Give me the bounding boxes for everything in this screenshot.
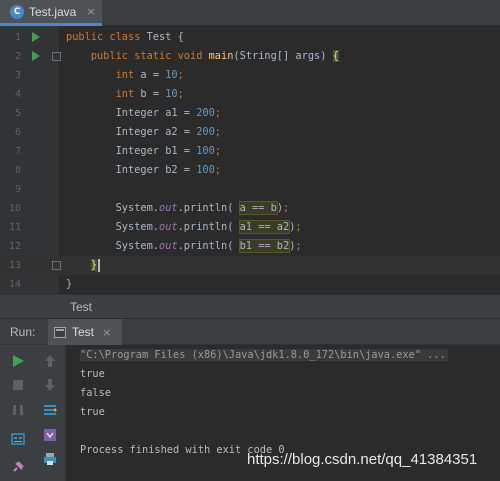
editor-tab-strip: C Test.java × [0,0,500,26]
code-text: Integer b2 = 100; [66,164,221,176]
code-text: System.out.println( b1 == b2); [66,239,302,253]
pause-icon[interactable] [10,402,26,418]
dump-threads-icon[interactable] [10,431,26,447]
code-line[interactable]: 1 public class Test { [0,28,500,47]
up-arrow-icon[interactable] [42,353,58,369]
code-line[interactable]: 11 System.out.println( a1 == a2); [0,218,500,237]
code-line[interactable]: 7 Integer b1 = 100; [0,142,500,161]
line-number: 13 [8,260,21,271]
stop-icon[interactable] [10,377,26,393]
code-line[interactable]: 5 Integer a1 = 200; [0,104,500,123]
code-text: Integer a2 = 200; [66,126,221,138]
run-gutter-icon[interactable] [32,32,40,42]
code-text: } [66,278,73,290]
code-text: public class Test { [66,31,184,43]
code-text: } [66,256,101,275]
line-number: 11 [8,222,21,233]
code-text: System.out.println( a1 == a2); [66,220,302,234]
line-number: 5 [14,108,21,119]
code-line[interactable]: 13 } [0,256,500,275]
breadcrumb-class[interactable]: Test [70,300,92,314]
console-line: true [80,368,105,380]
line-number: 6 [14,127,21,138]
code-line[interactable]: 12 System.out.println( b1 == b2); [0,237,500,256]
code-text: int b = 10; [115,88,184,100]
fold-icon[interactable] [52,52,61,61]
line-number: 10 [8,203,21,214]
line-number: 12 [8,241,21,252]
line-number: 7 [14,146,21,157]
watermark: https://blog.csdn.net/qq_41384351 [247,451,478,468]
tab-run-test[interactable]: Test × [48,319,122,345]
run-tool-window-header: Run: Test × [0,319,500,345]
close-icon[interactable]: × [102,326,111,339]
code-line[interactable]: 8 Integer b2 = 100; [0,161,500,180]
code-text: public static void main(String[] args) { [90,50,339,62]
print-icon[interactable] [42,451,58,467]
code-line[interactable]: 6 Integer a2 = 200; [0,123,500,142]
line-number: 1 [14,32,21,43]
breadcrumb: Test [0,294,500,319]
line-number: 4 [14,89,21,100]
line-number: 3 [14,70,21,81]
code-text: System.out.println( a == b); [66,201,290,215]
java-class-icon: C [10,4,24,19]
code-text: int a = 10; [115,69,184,81]
run-tab-label: Test [72,325,95,339]
tab-test-java[interactable]: C Test.java × [0,0,102,26]
console-line: "C:\Program Files (x86)\Java\jdk1.8.0_17… [80,349,448,361]
fold-icon[interactable] [52,261,61,270]
console-line: false [80,387,111,399]
run-panel-title: Run: [10,325,36,339]
code-line[interactable]: 10 System.out.println( a == b); [0,199,500,218]
tab-label: Test.java [29,4,77,19]
line-number: 2 [14,51,21,62]
code-line[interactable]: 4 int b = 10; [0,85,500,104]
console-line: true [80,406,105,418]
scroll-to-end-icon[interactable] [42,427,58,443]
code-line[interactable]: 14} [0,275,500,294]
code-text: Integer b1 = 100; [66,145,221,157]
close-icon[interactable]: × [86,5,95,18]
code-line[interactable]: 3 int a = 10; [0,66,500,85]
line-number: 9 [14,184,21,195]
code-line[interactable]: 9 [0,180,500,199]
code-editor[interactable]: 1 public class Test { 2 public static void… [0,26,500,294]
line-number: 14 [8,279,21,290]
rerun-icon[interactable] [10,353,26,369]
soft-wrap-icon[interactable] [42,402,58,418]
code-line[interactable]: 2 public static void main(String[] args)… [0,47,500,66]
down-arrow-icon[interactable] [42,377,58,393]
code-text: Integer a1 = 200; [66,107,221,119]
run-configuration-icon [54,326,66,338]
run-gutter-icon[interactable] [32,51,40,61]
pin-icon[interactable] [10,459,26,475]
line-number: 8 [14,165,21,176]
run-toolbar [0,345,66,481]
